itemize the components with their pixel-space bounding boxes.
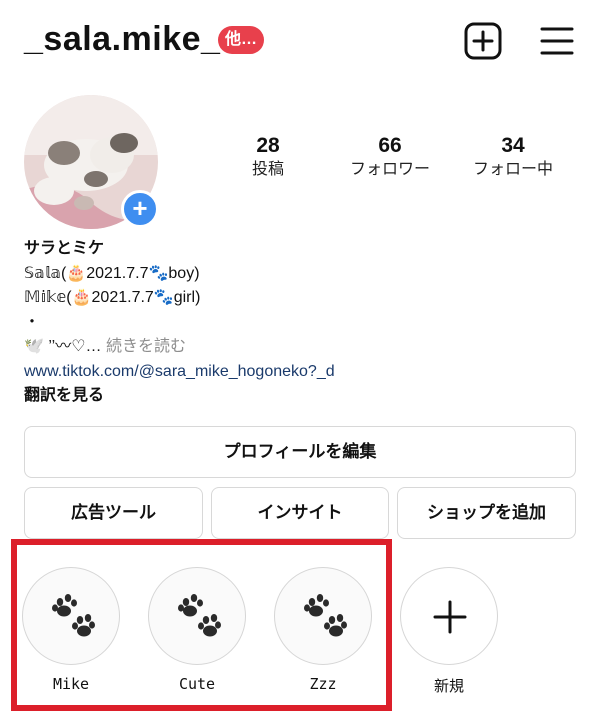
account-switch-badge[interactable]: 他… xyxy=(218,26,265,54)
hamburger-menu-icon[interactable] xyxy=(540,26,574,56)
bio-line: 𝕊𝕒𝕝𝕒(🎂2021.7.7🐾boy) xyxy=(24,264,200,282)
posts-count: 28 xyxy=(256,134,280,157)
add-story-plus-icon[interactable]: + xyxy=(121,190,159,228)
new-highlight-label: 新規 xyxy=(433,678,464,695)
bio-line-text: 🕊️ ’’〰♡… xyxy=(24,338,102,355)
followers-stat[interactable]: 66 フォロワー xyxy=(330,133,450,181)
following-label: フォロー中 xyxy=(472,161,553,178)
see-translation-link[interactable]: 翻訳を見る xyxy=(24,384,584,409)
add-shop-button[interactable]: ショップを追加 xyxy=(397,487,576,539)
highlights-annotation-frame xyxy=(11,539,392,711)
plus-icon xyxy=(433,600,467,634)
edit-profile-button[interactable]: プロフィールを編集 xyxy=(24,426,576,478)
posts-label: 投稿 xyxy=(251,161,284,178)
following-stat[interactable]: 34 フォロー中 xyxy=(453,133,573,181)
profile-bio: サラとミケ 𝕊𝕒𝕝𝕒(🎂2021.7.7🐾boy) 𝕄𝕚𝕜𝕖(🎂2021.7.7… xyxy=(24,237,584,409)
followers-label: フォロワー xyxy=(349,161,430,178)
bio-line-truncated: 🕊️ ’’〰♡… 続きを読む xyxy=(24,335,584,360)
following-count: 34 xyxy=(501,134,525,157)
followers-count: 66 xyxy=(378,134,402,157)
read-more-link[interactable]: 続きを読む xyxy=(106,338,186,355)
bio-website-link[interactable]: www.tiktok.com/@sara_mike_hogoneko?_d xyxy=(24,360,584,385)
posts-stat[interactable]: 28 投稿 xyxy=(208,133,328,181)
bio-line: 𝕄𝕚𝕜𝕖(🎂2021.7.7🐾girl) xyxy=(24,289,201,306)
profile-avatar-container: + xyxy=(24,95,159,229)
ad-tools-button[interactable]: 広告ツール xyxy=(24,487,203,539)
username[interactable]: _sala.mike_ xyxy=(24,20,220,59)
bio-line: ・ xyxy=(24,313,41,331)
new-highlight-button[interactable] xyxy=(400,567,498,665)
insights-button[interactable]: インサイト xyxy=(211,487,389,539)
new-post-icon[interactable] xyxy=(464,22,502,60)
new-highlight[interactable]: 新規 xyxy=(400,567,498,696)
display-name: サラとミケ xyxy=(24,240,105,257)
profile-header: _sala.mike_ 他… xyxy=(0,0,600,84)
